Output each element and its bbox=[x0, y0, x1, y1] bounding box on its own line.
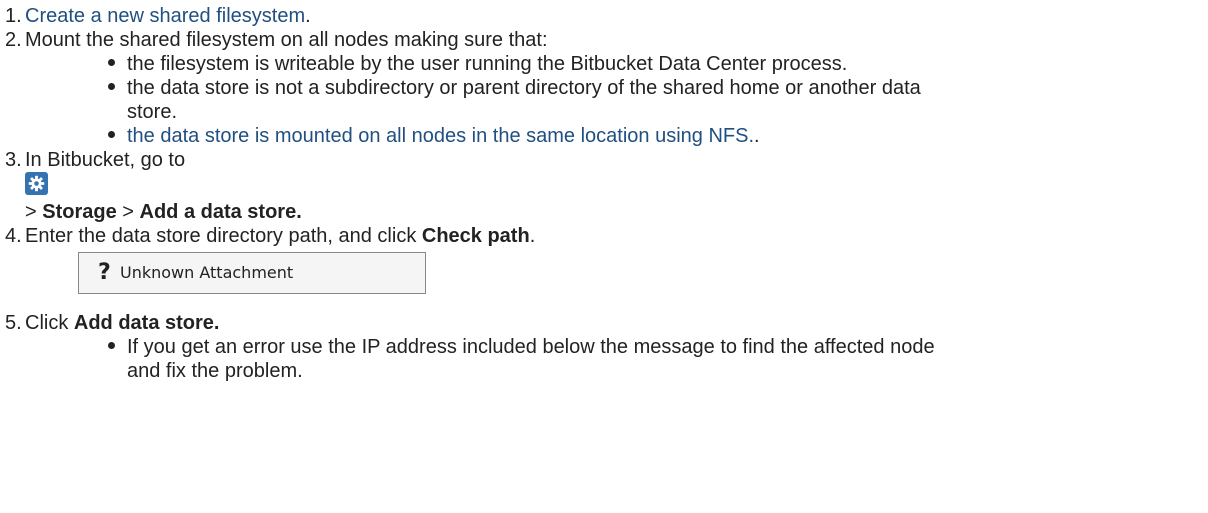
step-number: 5. bbox=[5, 312, 22, 334]
step-1: 1. Create a new shared filesystem. bbox=[0, 4, 1208, 28]
step-5: 5. Click Add data store. bbox=[0, 311, 1208, 335]
breadcrumb: > Storage > Add a data store. bbox=[25, 201, 302, 223]
bullet-text: the data store is mounted on all nodes i… bbox=[127, 125, 760, 147]
step-text: Click Add data store. bbox=[25, 312, 220, 334]
add-data-store-label: Add data store. bbox=[73, 312, 220, 334]
list-item: the data store is mounted on all nodes i… bbox=[0, 124, 1208, 148]
question-icon: ? bbox=[98, 260, 111, 285]
instruction-list: 1. Create a new shared filesystem. 2. Mo… bbox=[0, 4, 1208, 383]
bullet-text: and fix the problem. bbox=[127, 360, 303, 382]
list-item-continuation: store. bbox=[0, 100, 1208, 124]
bullet-icon bbox=[108, 59, 115, 66]
step-text: In Bitbucket, go to bbox=[25, 149, 186, 171]
settings-icon-row bbox=[0, 172, 1208, 200]
step-text: Create a new shared filesystem. bbox=[25, 5, 311, 27]
step-number: 2. bbox=[5, 29, 22, 51]
check-path-label: Check path bbox=[421, 225, 530, 247]
list-item: the filesystem is writeable by the user … bbox=[0, 52, 1208, 76]
step-number: 4. bbox=[5, 225, 22, 247]
attachment-row: ? Unknown Attachment bbox=[0, 248, 1208, 311]
bullet-icon bbox=[108, 83, 115, 90]
breadcrumb-add-data-store: Add a data store. bbox=[139, 201, 302, 223]
step-number: 3. bbox=[5, 149, 22, 171]
step-2: 2. Mount the shared filesystem on all no… bbox=[0, 28, 1208, 52]
nfs-mount-link[interactable]: the data store is mounted on all nodes i… bbox=[127, 125, 754, 147]
attachment-label: Unknown Attachment bbox=[120, 263, 294, 282]
bullet-text: the data store is not a subdirectory or … bbox=[127, 77, 921, 99]
step-number: 1. bbox=[5, 5, 22, 27]
unknown-attachment[interactable]: ? Unknown Attachment bbox=[78, 252, 426, 294]
bullet-icon bbox=[108, 342, 115, 349]
step-text: Enter the data store directory path, and… bbox=[25, 225, 536, 247]
step-3: 3. In Bitbucket, go to bbox=[0, 148, 1208, 172]
list-item-continuation: and fix the problem. bbox=[0, 359, 1208, 383]
step-text: Mount the shared filesystem on all nodes… bbox=[25, 29, 548, 51]
step-4: 4. Enter the data store directory path, … bbox=[0, 224, 1208, 248]
gear-icon[interactable] bbox=[25, 172, 48, 195]
create-filesystem-link[interactable]: Create a new shared filesystem bbox=[25, 5, 305, 27]
list-item: If you get an error use the IP address i… bbox=[0, 335, 1208, 359]
breadcrumb-storage: Storage bbox=[42, 201, 117, 223]
step-3-path: > Storage > Add a data store. bbox=[0, 200, 1208, 224]
list-item: the data store is not a subdirectory or … bbox=[0, 76, 1208, 100]
bullet-text: store. bbox=[127, 101, 178, 123]
bullet-text: If you get an error use the IP address i… bbox=[127, 336, 935, 358]
bullet-icon bbox=[108, 131, 115, 138]
bullet-text: the filesystem is writeable by the user … bbox=[127, 53, 848, 75]
